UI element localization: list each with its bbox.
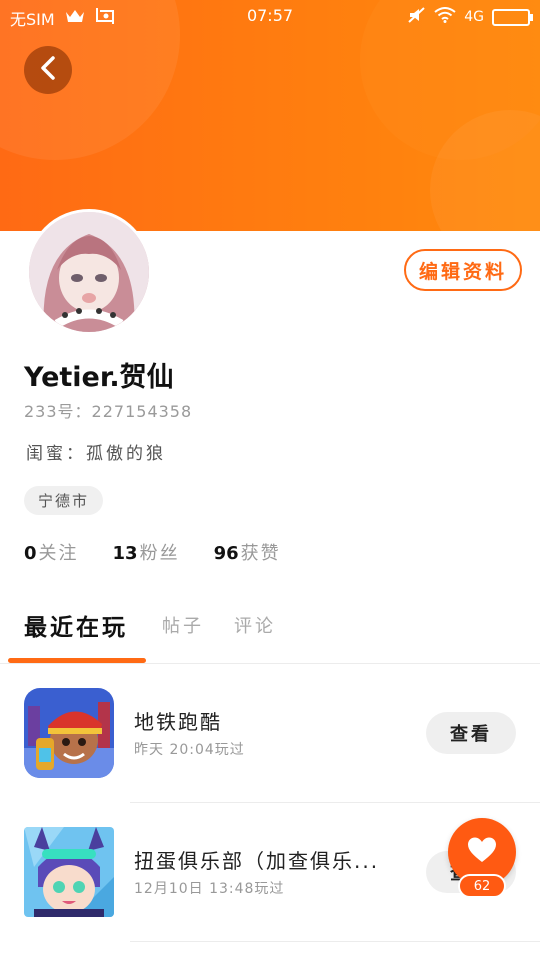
game-title: 地铁跑酷 (134, 710, 222, 734)
tab-posts[interactable]: 帖子 (162, 612, 204, 638)
network-type: 4G (464, 9, 484, 25)
profile-header-background (0, 0, 540, 231)
gacha-club-icon (24, 827, 114, 917)
stat-following[interactable]: 0 关注 (24, 539, 79, 565)
divider (130, 941, 540, 942)
user-id: 233号：227154358 (24, 402, 193, 421)
status-bar: 无SIM 07:57 4G (0, 0, 540, 34)
view-button[interactable]: 查看 (426, 712, 516, 754)
played-time: 昨天 20:04玩过 (134, 742, 245, 758)
stat-likes[interactable]: 96 获赞 (214, 539, 281, 565)
stat-label: 关注 (38, 543, 79, 564)
stat-label: 粉丝 (139, 543, 180, 564)
list-item[interactable]: 地铁跑酷 昨天 20:04玩过 查看 (0, 664, 540, 802)
stat-number: 13 (112, 543, 138, 564)
profile-stats: 0 关注 13 粉丝 96 获赞 (24, 539, 281, 565)
username: Yetier.贺仙 (24, 362, 174, 393)
like-count-badge: 62 (458, 874, 506, 898)
chevron-left-icon (39, 55, 57, 85)
profile-tabs: 最近在玩 帖子 评论 (0, 604, 540, 664)
mute-icon (408, 7, 426, 27)
tab-comments[interactable]: 评论 (234, 612, 276, 638)
stat-number: 0 (24, 543, 37, 564)
avatar[interactable] (26, 209, 152, 335)
heart-icon (467, 836, 497, 868)
stat-number: 96 (213, 543, 239, 564)
back-button[interactable] (24, 46, 72, 94)
played-time: 12月10日 13:48玩过 (134, 881, 285, 897)
game-title: 扭蛋俱乐部（加查俱乐... (134, 849, 380, 873)
battery-icon (492, 8, 533, 26)
tab-recently-played[interactable]: 最近在玩 (24, 608, 128, 642)
subway-surfers-icon (24, 688, 114, 778)
wifi-icon (434, 7, 456, 27)
stat-label: 获赞 (240, 543, 281, 564)
edit-profile-button[interactable]: 编辑资料 (404, 249, 522, 291)
bestie-line: 闺蜜：孤傲的狼 (26, 444, 166, 464)
stat-followers[interactable]: 13 粉丝 (113, 539, 180, 565)
city-tag: 宁德市 (24, 486, 104, 515)
